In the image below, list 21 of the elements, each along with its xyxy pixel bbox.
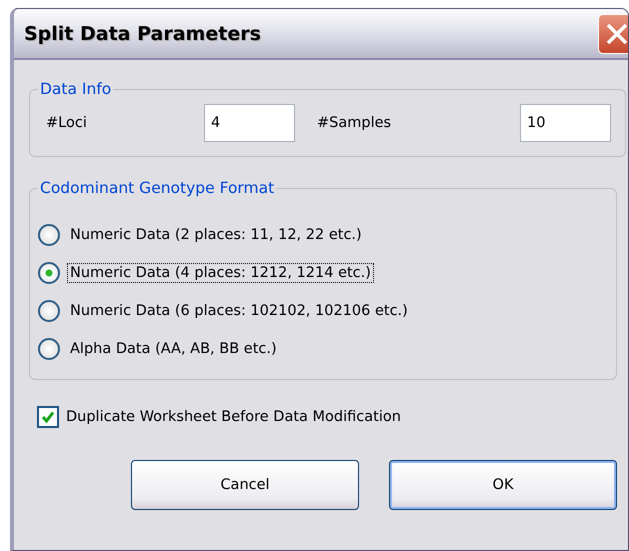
window-title: Split Data Parameters bbox=[24, 22, 261, 44]
radio-label[interactable]: Numeric Data (4 places: 1212, 1214 etc.) bbox=[67, 263, 374, 283]
cancel-button[interactable]: Cancel bbox=[131, 460, 359, 510]
radio-label[interactable]: Numeric Data (2 places: 11, 12, 22 etc.) bbox=[67, 225, 365, 245]
radio-label[interactable]: Alpha Data (AA, AB, BB etc.) bbox=[67, 339, 280, 359]
radio-button[interactable] bbox=[38, 338, 60, 360]
input-field[interactable]: 10 bbox=[520, 104, 611, 142]
field-label: #Loci bbox=[46, 115, 88, 131]
checkbox-label: Duplicate Worksheet Before Data Modification bbox=[66, 409, 401, 425]
close-icon bbox=[605, 22, 628, 46]
checkbox[interactable] bbox=[37, 406, 59, 428]
group-title: Codominant Genotype Format bbox=[39, 179, 276, 197]
radio-label[interactable]: Numeric Data (6 places: 102102, 102106 etc.) bbox=[67, 301, 411, 321]
group-title: Data Info bbox=[39, 80, 112, 98]
check-icon bbox=[41, 410, 55, 424]
radio-button[interactable] bbox=[38, 300, 60, 322]
ok-button[interactable]: OK bbox=[389, 460, 617, 510]
radio-button[interactable] bbox=[38, 224, 60, 246]
input-field[interactable]: 4 bbox=[204, 104, 295, 142]
field-label: #Samples bbox=[317, 115, 392, 131]
radio-button[interactable] bbox=[38, 262, 60, 284]
